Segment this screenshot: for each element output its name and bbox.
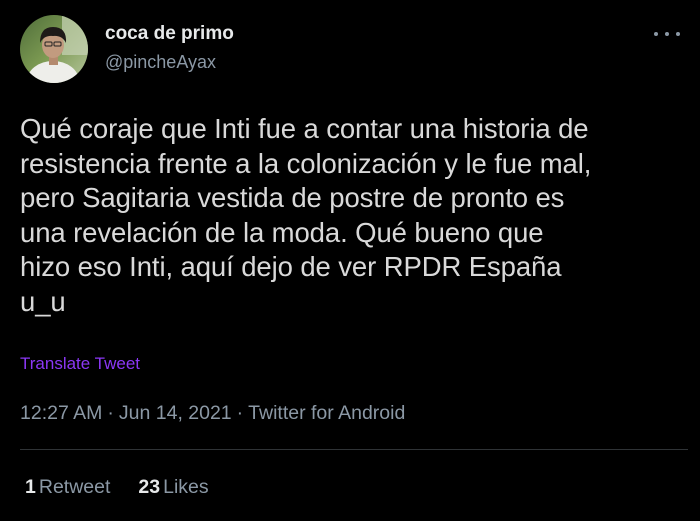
retweet-count-label: Retweet [38, 476, 111, 498]
tweet-time[interactable]: 12:27 AM [20, 402, 102, 424]
like-count[interactable]: 23 Likes [138, 475, 208, 499]
translate-tweet-link[interactable]: Translate Tweet [20, 353, 140, 375]
tweet-text: Qué coraje que Inti fue a contar una his… [20, 113, 592, 317]
meta-separator: · [107, 402, 114, 424]
user-handle[interactable]: @pincheAyax [105, 51, 216, 73]
retweet-count[interactable]: 1 Retweet [25, 475, 110, 499]
like-count-number: 23 [138, 476, 161, 498]
more-dot [665, 32, 669, 36]
more-dot [654, 32, 658, 36]
avatar-image [20, 15, 88, 83]
tweet-source[interactable]: Twitter for Android [248, 402, 405, 424]
tweet-card: coca de primo @pincheAyax Qué coraje que… [0, 0, 700, 521]
divider [20, 449, 688, 450]
more-dot [676, 32, 680, 36]
tweet-meta: 12:27 AM · Jun 14, 2021 · Twitter for Androi… [20, 401, 405, 425]
more-horizontal-icon[interactable] [654, 26, 680, 42]
avatar[interactable] [20, 15, 88, 83]
display-name[interactable]: coca de primo [105, 22, 234, 46]
tweet-stats: 1 Retweet 23 Likes [25, 475, 237, 499]
tweet-date[interactable]: Jun 14, 2021 [119, 402, 232, 424]
like-count-label: Likes [163, 476, 209, 498]
retweet-count-number: 1 [25, 476, 36, 498]
meta-separator: · [236, 402, 244, 424]
